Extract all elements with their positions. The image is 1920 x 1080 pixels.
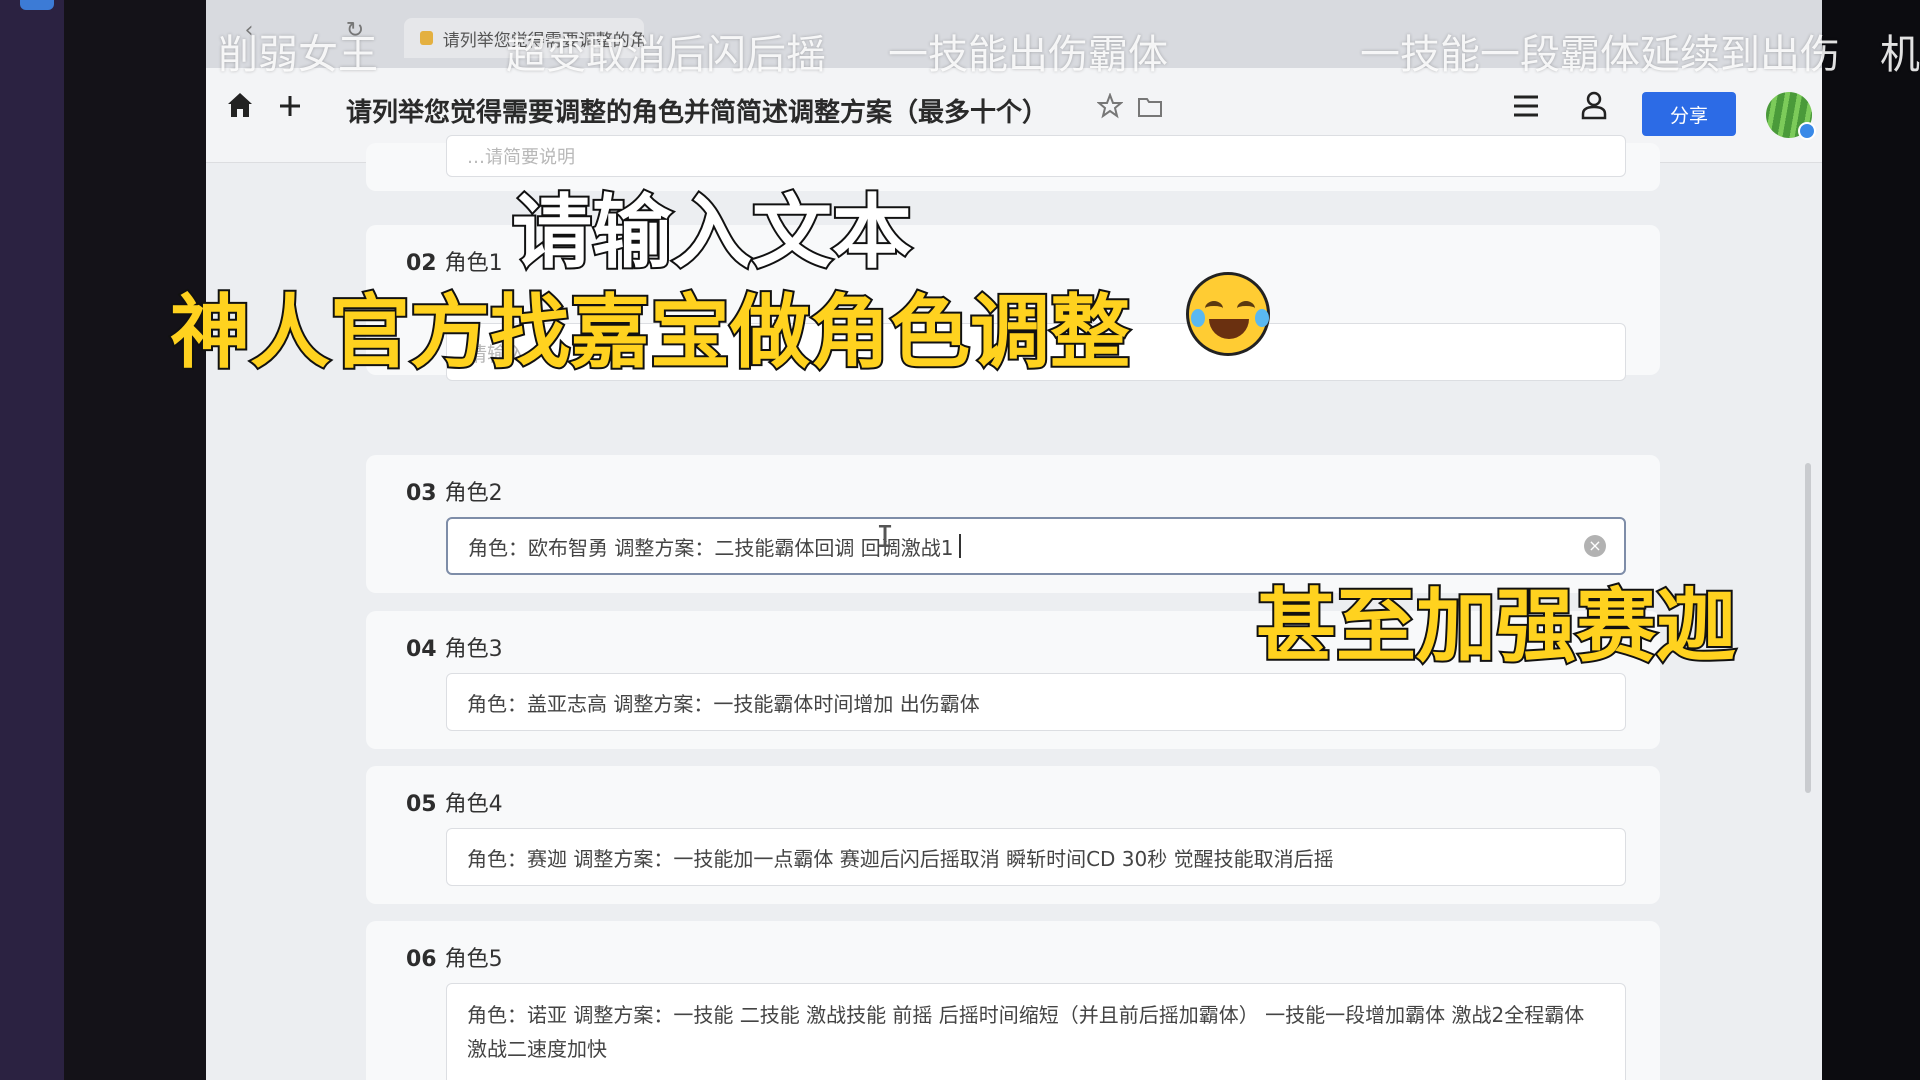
text-caret xyxy=(959,534,962,558)
share-button[interactable]: 分享 xyxy=(1642,92,1736,136)
question-title-03: 03 角色2 xyxy=(406,481,503,506)
question-card-06: 06 角色5 角色：诺亚 调整方案：一技能 二技能 激战技能 前摇 后摇时间缩短（… xyxy=(366,921,1660,1080)
document-title: 请列举您觉得需要调整的角色并简简述调整方案（最多十个） xyxy=(346,98,1049,128)
user-icon[interactable] xyxy=(1574,90,1614,130)
corner-badge xyxy=(20,0,54,10)
left-background-strip xyxy=(0,0,64,1080)
home-icon[interactable] xyxy=(220,90,260,130)
right-background-strip xyxy=(1822,0,1920,1080)
avatar-status-dot xyxy=(1798,122,1816,140)
star-icon[interactable] xyxy=(1090,90,1130,130)
text-cursor-icon: I xyxy=(876,520,895,555)
scrollbar[interactable] xyxy=(1805,463,1811,793)
question-card-05: 05 角色4 角色：赛迦 调整方案：一技能加一点霸体 赛迦后闪后摇取消 瞬斩时间C… xyxy=(366,766,1660,904)
caption-line-2: 神人官方找嘉宝做角色调整 xyxy=(168,284,1132,381)
caption-line-3: 甚至加强赛迦 xyxy=(1254,578,1738,675)
answer-field-05[interactable]: 角色：赛迦 调整方案：一技能加一点霸体 赛迦后闪后摇取消 瞬斩时间CD 30秒 … xyxy=(446,828,1626,886)
left-dark-strip xyxy=(64,0,206,1080)
danmaku-2: 超变取消后闪后摇 xyxy=(506,32,826,78)
browser-window: ‹ ↻ 请列举您觉得需要调整的角色 请列举您觉得需要调整的角色并简简述调整方案（… xyxy=(206,0,1822,1080)
danmaku-3: 一技能出伤霸体 xyxy=(888,32,1168,78)
menu-icon[interactable] xyxy=(1506,90,1546,130)
answer-field-04[interactable]: 角色：盖亚志高 调整方案：一技能霸体时间增加 出伤霸体 xyxy=(446,673,1626,731)
laughing-emoji-icon xyxy=(1186,272,1270,356)
clear-icon[interactable]: × xyxy=(1584,535,1606,557)
caption-line-1: 请输入文本 xyxy=(510,184,914,281)
tab-favicon-icon xyxy=(420,31,433,45)
danmaku-5: 机 xyxy=(1880,32,1920,78)
add-icon[interactable] xyxy=(270,90,310,130)
danmaku-1: 削弱女王 xyxy=(218,32,378,78)
question-title-06: 06 角色5 xyxy=(406,947,503,972)
answer-field-06[interactable]: 角色：诺亚 调整方案：一技能 二技能 激战技能 前摇 后摇时间缩短（并且前后摇加… xyxy=(446,983,1626,1080)
question-title-04: 04 角色3 xyxy=(406,637,503,662)
folder-icon[interactable] xyxy=(1130,90,1170,130)
question-title-05: 05 角色4 xyxy=(406,792,503,817)
danmaku-4: 一技能一段霸体延续到出伤 xyxy=(1360,32,1840,78)
